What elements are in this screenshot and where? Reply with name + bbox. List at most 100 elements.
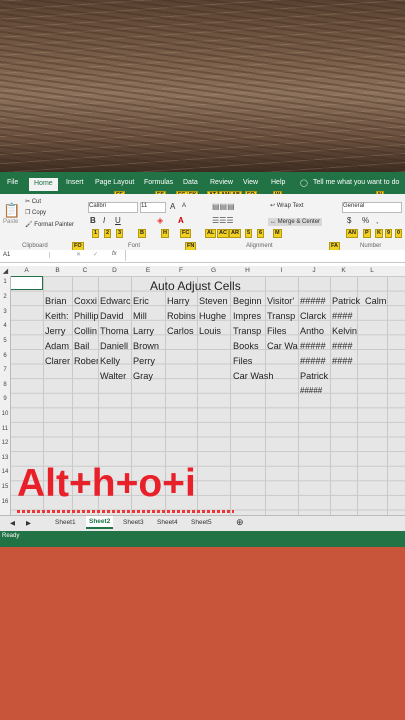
sheet-tab-2[interactable]: Sheet2 bbox=[86, 516, 114, 529]
cell[interactable]: ##### bbox=[300, 386, 330, 395]
merge-center-button[interactable]: ↔ Merge & Center bbox=[268, 218, 323, 226]
column-header-k[interactable]: K bbox=[330, 267, 357, 274]
cell[interactable]: Calm bbox=[365, 296, 395, 306]
row-header[interactable]: 8 bbox=[0, 382, 10, 388]
tell-me-search[interactable]: Tell me what you want to do bbox=[313, 179, 399, 186]
percent-button[interactable]: % bbox=[362, 216, 369, 225]
column-header-h[interactable]: H bbox=[230, 267, 265, 274]
column-header-b[interactable]: B bbox=[43, 267, 72, 274]
cell[interactable]: Coxxi bbox=[74, 296, 98, 306]
italic-button[interactable]: I bbox=[103, 216, 105, 225]
align-left-icon[interactable]: ☰☰☰ bbox=[212, 216, 234, 225]
cell[interactable]: Files bbox=[233, 356, 265, 366]
grow-font-button[interactable]: A bbox=[170, 202, 175, 211]
tab-home[interactable]: Home bbox=[29, 178, 58, 191]
cell[interactable]: Car Wash bbox=[233, 371, 297, 381]
number-format-select[interactable]: General bbox=[342, 202, 402, 213]
tab-help[interactable]: Help bbox=[271, 179, 285, 186]
paste-icon[interactable]: 📋 bbox=[3, 202, 20, 219]
row-header[interactable]: 13 bbox=[0, 455, 10, 461]
cell[interactable]: Collin bbox=[74, 326, 98, 336]
column-header-d[interactable]: D bbox=[98, 267, 131, 274]
selected-cell-a1[interactable] bbox=[10, 276, 43, 290]
cell[interactable]: Car Wa bbox=[267, 341, 298, 351]
cell[interactable]: Robins bbox=[167, 311, 197, 321]
row-header[interactable]: 14 bbox=[0, 469, 10, 475]
sheet-tab-3[interactable]: Sheet3 bbox=[123, 519, 144, 526]
accounting-icon[interactable]: $ bbox=[347, 216, 351, 225]
cell[interactable]: Patrick bbox=[332, 296, 365, 306]
select-all-button[interactable]: ◢ bbox=[1, 267, 10, 275]
cell[interactable]: Steven bbox=[199, 296, 230, 306]
cell[interactable]: Brian bbox=[45, 296, 72, 306]
cell[interactable]: Books bbox=[233, 341, 265, 351]
cell[interactable]: Kelly bbox=[100, 356, 131, 366]
cell[interactable]: Daniell bbox=[100, 341, 131, 351]
cell[interactable]: Jerry bbox=[45, 326, 72, 336]
add-sheet-icon[interactable]: ⊕ bbox=[236, 517, 244, 528]
cell[interactable]: Mill bbox=[133, 311, 165, 321]
cell[interactable]: #### bbox=[332, 341, 359, 351]
cell[interactable]: Clarck bbox=[300, 311, 330, 321]
column-header-a[interactable]: A bbox=[10, 267, 43, 274]
scroll-left-icon[interactable]: ◀ bbox=[10, 519, 15, 527]
column-header-j[interactable]: J bbox=[298, 267, 330, 274]
cell[interactable]: Edwarc bbox=[100, 296, 131, 306]
sheet-title-cell[interactable]: Auto Adjust Cells bbox=[150, 279, 241, 293]
copy-button[interactable]: ❐ Copy bbox=[25, 209, 46, 216]
cell[interactable]: Perry bbox=[133, 356, 165, 366]
row-header[interactable]: 10 bbox=[0, 411, 10, 417]
cell[interactable]: Hughe bbox=[199, 311, 230, 321]
row-header[interactable]: 1 bbox=[0, 279, 10, 285]
row-header[interactable]: 2 bbox=[0, 294, 10, 300]
row-header[interactable]: 9 bbox=[0, 396, 10, 402]
cell[interactable]: ##### bbox=[300, 296, 330, 306]
font-color-icon[interactable]: A bbox=[178, 216, 184, 225]
font-size-select[interactable]: 11 bbox=[140, 202, 166, 213]
cut-button[interactable]: ✂ Cut bbox=[25, 198, 41, 205]
cell[interactable]: Transp bbox=[267, 311, 298, 321]
tab-review[interactable]: Review bbox=[210, 179, 233, 186]
tab-file[interactable]: File bbox=[7, 179, 18, 186]
enter-icon[interactable]: ✓ bbox=[93, 251, 98, 258]
column-header-i[interactable]: I bbox=[265, 267, 298, 274]
cell[interactable]: Keith: bbox=[45, 311, 72, 321]
column-header-c[interactable]: C bbox=[72, 267, 98, 274]
cell[interactable]: Eric bbox=[133, 296, 165, 306]
cell[interactable]: Beginn bbox=[233, 296, 265, 306]
cell[interactable]: Walter bbox=[100, 371, 131, 381]
insert-function-button[interactable]: fx bbox=[112, 251, 117, 257]
cell[interactable]: Antho bbox=[300, 326, 330, 336]
cell[interactable]: #### bbox=[332, 356, 359, 366]
underline-button[interactable]: U bbox=[115, 216, 121, 225]
shrink-font-button[interactable]: A bbox=[182, 203, 186, 209]
bold-button[interactable]: B bbox=[90, 216, 96, 225]
cell[interactable]: Phillip bbox=[74, 311, 98, 321]
cell[interactable]: Transp bbox=[233, 326, 265, 336]
row-header[interactable]: 4 bbox=[0, 323, 10, 329]
fill-color-icon[interactable]: ◈ bbox=[157, 216, 163, 225]
name-box[interactable]: A1 bbox=[3, 252, 50, 258]
tab-insert[interactable]: Insert bbox=[66, 179, 84, 186]
tab-formulas[interactable]: Formulas bbox=[144, 179, 173, 186]
cell[interactable]: Carlos bbox=[167, 326, 197, 336]
tab-view[interactable]: View bbox=[243, 179, 258, 186]
cell[interactable]: ##### bbox=[300, 341, 330, 351]
cell[interactable]: Impres bbox=[233, 311, 265, 321]
cell[interactable]: Larry bbox=[133, 326, 165, 336]
sheet-tab-5[interactable]: Sheet5 bbox=[191, 519, 212, 526]
sheet-tab-1[interactable]: Sheet1 bbox=[55, 519, 76, 526]
align-top-icon[interactable]: ▤▤▤ bbox=[212, 202, 235, 211]
tab-data[interactable]: Data bbox=[183, 179, 198, 186]
cell[interactable]: Brown bbox=[133, 341, 165, 351]
cell[interactable]: Adam bbox=[45, 341, 72, 351]
cell[interactable]: Clarer bbox=[45, 356, 72, 366]
cell[interactable]: Visitor' bbox=[267, 296, 298, 306]
cell[interactable]: Louis bbox=[199, 326, 230, 336]
comma-button[interactable]: , bbox=[376, 216, 378, 225]
column-header-l[interactable]: L bbox=[357, 267, 387, 274]
cell[interactable]: Bail bbox=[74, 341, 98, 351]
cell[interactable]: Harry bbox=[167, 296, 197, 306]
cell[interactable]: Rober bbox=[74, 356, 98, 366]
cell[interactable]: Files bbox=[267, 326, 298, 336]
